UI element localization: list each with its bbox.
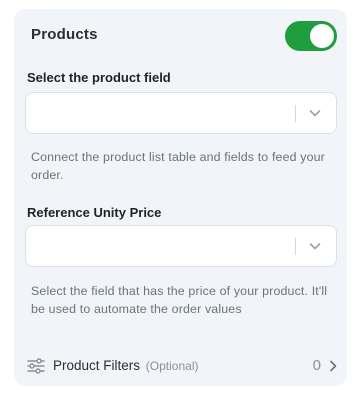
product-field-help: Connect the product list table and field… (31, 150, 325, 182)
filters-count: 0 (312, 357, 321, 374)
chevron-right-icon[interactable] (327, 360, 339, 372)
product-field-select[interactable] (25, 92, 337, 134)
products-header: Products (31, 21, 337, 51)
chevron-down-icon[interactable] (307, 105, 323, 121)
product-field-label: Select the product field (27, 70, 171, 85)
product-filters-label: Product Filters (Optional) (53, 358, 198, 373)
chevron-down-icon[interactable] (307, 238, 323, 254)
toggle-knob (310, 24, 334, 48)
products-panel: Products Select the product field Connec… (14, 9, 347, 386)
select-divider (295, 105, 296, 122)
select-divider (295, 238, 296, 255)
products-toggle[interactable] (285, 21, 337, 51)
products-title: Products (31, 26, 98, 43)
sliders-icon (27, 358, 45, 374)
product-filters-row[interactable]: Product Filters (Optional) 0 (27, 355, 339, 379)
unity-price-select[interactable] (25, 225, 337, 267)
product-filters-text: Product Filters (53, 358, 141, 373)
unity-price-help: Select the field that has the price of y… (31, 284, 328, 316)
optional-tag: (Optional) (145, 359, 199, 373)
unity-price-label: Reference Unity Price (27, 205, 162, 220)
